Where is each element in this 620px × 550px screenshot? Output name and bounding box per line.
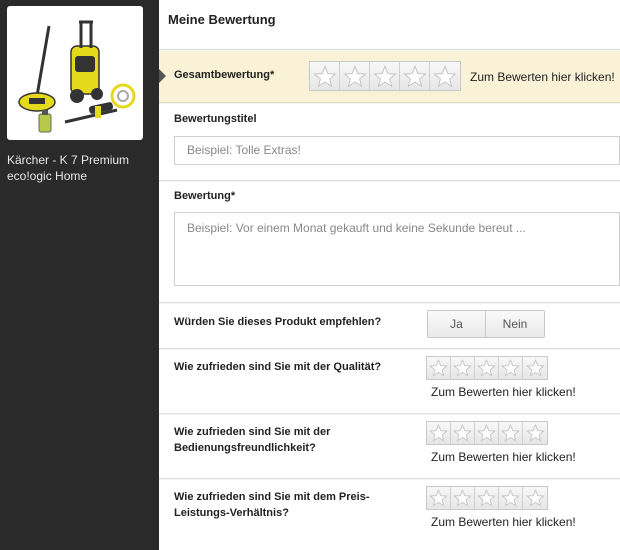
star-icon[interactable]	[523, 357, 547, 379]
usability-question: Wie zufrieden sind Sie mit der Bedienung…	[174, 426, 331, 454]
star-icon[interactable]	[340, 62, 370, 90]
recommend-yes-button[interactable]: Ja	[428, 311, 486, 337]
recommend-no-button[interactable]: Nein	[486, 311, 544, 337]
overall-rating-row: Gesamtbewertung* Zum Bewerten hier klick…	[159, 51, 620, 103]
star-icon[interactable]	[427, 422, 451, 444]
sidebar: Kärcher - K 7 Premium eco!ogic Home	[0, 0, 159, 550]
star-icon[interactable]	[499, 422, 523, 444]
star-icon[interactable]	[400, 62, 430, 90]
quality-question: Wie zufrieden sind Sie mit der Qualität?	[174, 361, 382, 373]
review-text-label: Bewertung*	[174, 190, 236, 202]
quality-rating-stars[interactable]	[426, 356, 548, 380]
usability-section: Wie zufrieden sind Sie mit der Bedienung…	[159, 415, 620, 479]
form-header: Meine Bewertung	[159, 0, 620, 50]
star-icon[interactable]	[451, 422, 475, 444]
review-title-label: Bewertungstitel	[174, 113, 257, 125]
quality-rating-hint[interactable]: Zum Bewerten hier klicken!	[431, 385, 576, 399]
recommend-section: Würden Sie dieses Produkt empfehlen? Ja …	[159, 304, 620, 349]
overall-rating-stars[interactable]	[309, 61, 461, 91]
pressure-washer-image	[18, 20, 136, 133]
overall-rating-label: Gesamtbewertung*	[174, 69, 275, 81]
star-icon[interactable]	[427, 357, 451, 379]
review-title-section: Bewertungstitel Beispiel: Tolle Extras!	[159, 104, 620, 181]
star-icon[interactable]	[430, 62, 460, 90]
star-icon[interactable]	[523, 487, 547, 509]
star-icon[interactable]	[451, 487, 475, 509]
price-section: Wie zufrieden sind Sie mit dem Preis-Lei…	[159, 480, 620, 550]
star-icon[interactable]	[451, 357, 475, 379]
star-icon[interactable]	[523, 422, 547, 444]
recommend-question: Würden Sie dieses Produkt empfehlen?	[174, 316, 382, 328]
caret-right-icon	[159, 69, 166, 83]
usability-rating-stars[interactable]	[426, 421, 548, 445]
star-icon[interactable]	[427, 487, 451, 509]
star-icon[interactable]	[475, 422, 499, 444]
price-rating-stars[interactable]	[426, 486, 548, 510]
review-text-textarea[interactable]: Beispiel: Vor einem Monat gekauft und ke…	[174, 212, 620, 286]
price-question: Wie zufrieden sind Sie mit dem Preis-Lei…	[174, 491, 370, 519]
product-image	[7, 6, 143, 140]
quality-section: Wie zufrieden sind Sie mit der Qualität?…	[159, 350, 620, 414]
star-icon[interactable]	[499, 487, 523, 509]
form-title: Meine Bewertung	[168, 12, 276, 27]
star-icon[interactable]	[370, 62, 400, 90]
product-name[interactable]: Kärcher - K 7 Premium eco!ogic Home	[7, 152, 157, 184]
star-icon[interactable]	[499, 357, 523, 379]
review-text-section: Bewertung* Beispiel: Vor einem Monat gek…	[159, 182, 620, 303]
review-form: Meine Bewertung Gesamtbewertung* Zum Bew…	[159, 0, 620, 550]
star-icon[interactable]	[310, 62, 340, 90]
overall-rating-hint[interactable]: Zum Bewerten hier klicken!	[470, 70, 615, 84]
star-icon[interactable]	[475, 357, 499, 379]
star-icon[interactable]	[475, 487, 499, 509]
review-title-input[interactable]: Beispiel: Tolle Extras!	[174, 136, 620, 165]
recommend-toggle[interactable]: Ja Nein	[427, 310, 545, 338]
price-rating-hint[interactable]: Zum Bewerten hier klicken!	[431, 515, 576, 529]
usability-rating-hint[interactable]: Zum Bewerten hier klicken!	[431, 450, 576, 464]
